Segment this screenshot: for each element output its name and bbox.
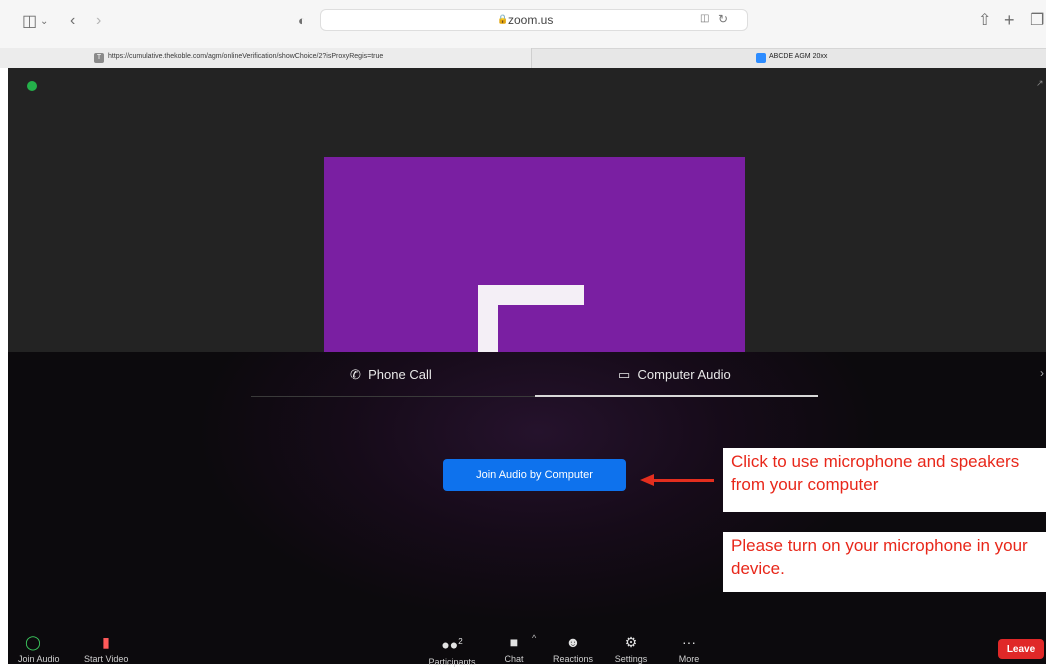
zoom-icon [756,53,766,63]
new-tab-icon[interactable]: + [1004,10,1015,30]
reactions-button[interactable]: ☻ Reactions [551,634,595,664]
participants-count: 2 [458,637,463,646]
annotation-note: Click to use microphone and speakers fro… [723,448,1046,512]
tab-label: Phone Call [368,367,432,382]
forward-icon[interactable]: › [96,11,101,31]
settings-button[interactable]: ⚙ Settings [611,634,651,664]
active-tab-indicator [535,395,818,397]
chat-button[interactable]: ■ Chat [502,634,526,664]
fullscreen-icon[interactable]: ↗ [1036,78,1044,89]
chevron-right-icon[interactable]: › [1040,366,1044,380]
tool-label: Reactions [552,654,594,664]
annotation-note: Please turn on your microphone in your d… [723,532,1046,592]
tool-label: More [678,654,700,664]
security-shield-icon[interactable] [27,81,37,91]
tool-label: Start Video [84,654,129,664]
chevron-up-icon[interactable]: ^ [532,633,536,643]
arrow-head-icon [640,474,654,486]
tab-label[interactable]: ABCDE AGM 20xx [769,53,827,60]
tab-overview-icon[interactable]: ❐ [1030,11,1044,31]
translate-icon[interactable]: ◫ [700,13,709,24]
computer-icon: ▭ [618,367,631,382]
tool-label: Chat [504,654,524,664]
tab-computer-audio[interactable]: ▭ Computer Audio [618,367,731,383]
shared-screen [324,157,745,352]
reload-icon[interactable]: ↻ [718,12,728,26]
more-button[interactable]: ··· More [674,634,704,664]
start-video-button[interactable]: ▮ Start Video [84,634,128,664]
tab-favicon: T [94,53,104,63]
back-icon[interactable]: ‹ [70,11,75,31]
gear-icon: ⚙ [624,634,638,650]
shared-logo-cutout [498,305,584,352]
sidebar-toggle-icon[interactable]: ◫ [22,12,37,32]
tool-label: Settings [614,654,648,664]
annotation-arrow [654,479,714,482]
participants-icon: ●●2 [441,636,463,653]
tab-phone-call[interactable]: ✆ Phone Call [350,367,432,383]
phone-icon: ✆ [350,367,361,382]
privacy-shield-icon[interactable]: ◐ [298,11,306,31]
tool-label: Join Audio [18,654,60,664]
join-audio-button[interactable]: ◯ Join Audio [18,634,60,664]
chat-icon: ■ [509,634,519,650]
lock-icon: 🔒 [497,14,509,24]
tool-label: Participants [428,656,476,667]
headphones-icon: ◯ [25,634,41,650]
leave-button[interactable]: Leave [998,639,1044,659]
more-icon: ··· [682,634,696,650]
chevron-down-icon[interactable]: ⌄ [40,12,48,32]
participants-button[interactable]: ●●2 Participants [426,634,478,667]
tab-label: Computer Audio [637,367,731,382]
tab-label: https://cumulative.thekoble.com/agm/onli… [108,53,384,60]
share-icon[interactable]: ⇧ [978,11,991,31]
join-audio-by-computer-button[interactable]: Join Audio by Computer [443,459,626,491]
video-off-icon: ▮ [102,634,110,650]
reactions-icon: ☻ [565,634,581,650]
address-text: zoom.us [508,13,554,27]
